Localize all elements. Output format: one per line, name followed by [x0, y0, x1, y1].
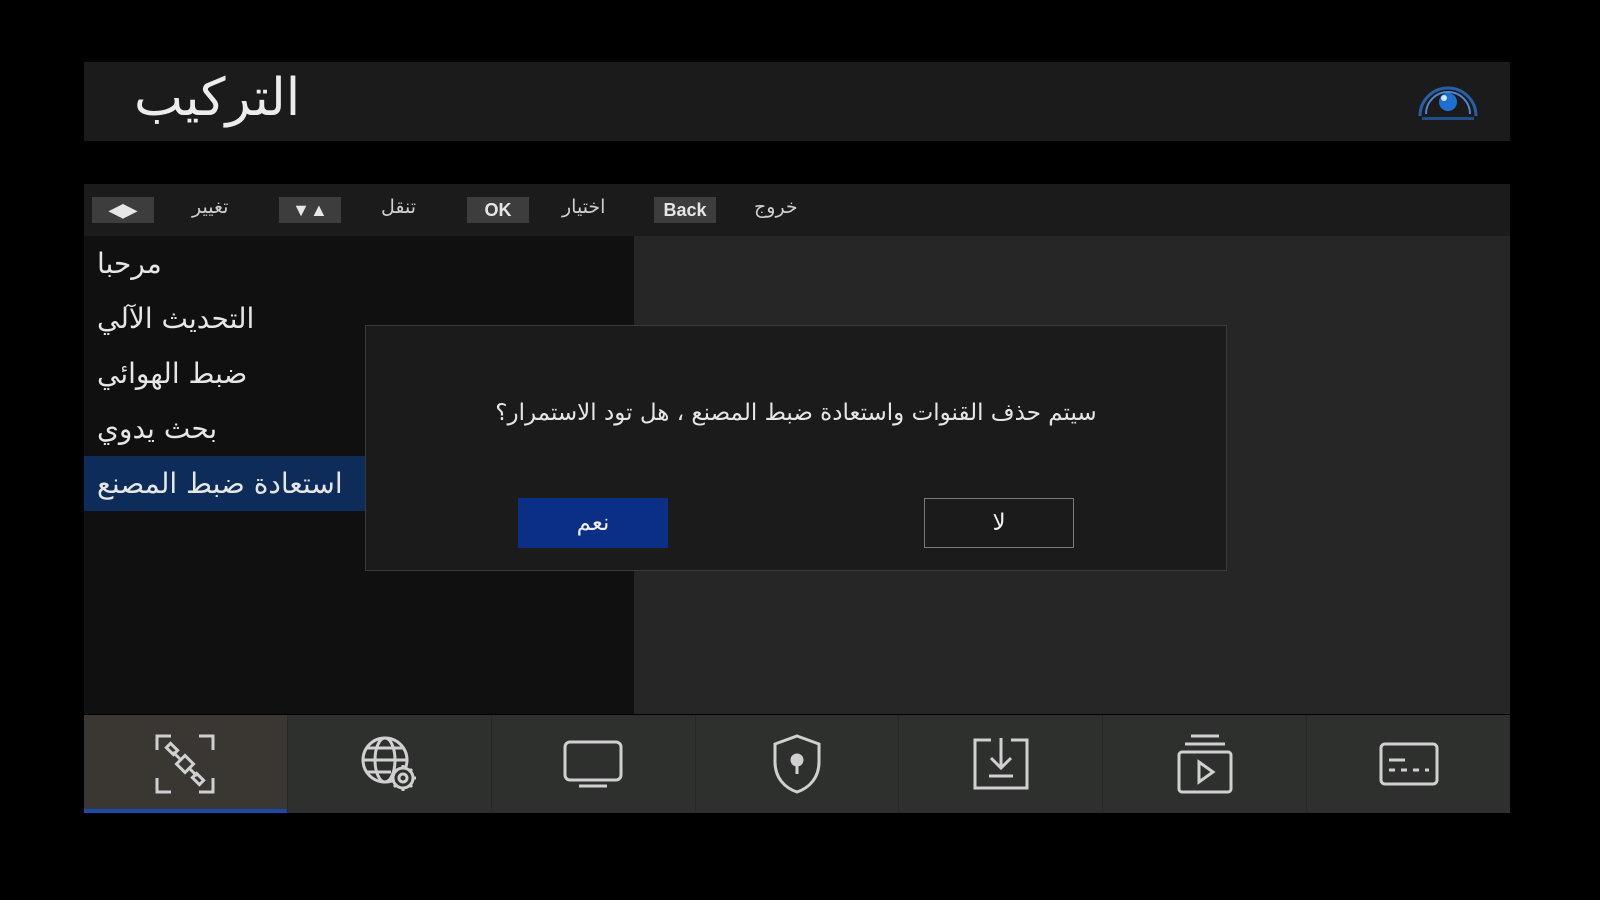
screen: التركيب ◀▶ تغيير ▼▲ تنقل OK اختيار Back … — [0, 0, 1600, 900]
exit-label: خروج — [754, 196, 798, 218]
tab-subtitles[interactable] — [1307, 715, 1510, 813]
back-key-badge: Back — [654, 197, 716, 223]
menu-item-label: بحث يدوي — [97, 412, 218, 445]
download-icon — [973, 738, 1029, 790]
tab-installation[interactable] — [84, 715, 288, 813]
globe-settings-icon — [361, 736, 417, 791]
help-bar: ◀▶ تغيير ▼▲ تنقل OK اختيار Back خروج — [84, 184, 1510, 236]
shield-lock-icon — [773, 734, 821, 794]
satellite-icon — [155, 734, 215, 794]
menu-item-label: مرحبا — [97, 247, 162, 280]
menu-item-label: استعادة ضبط المصنع — [97, 467, 343, 500]
tab-media[interactable] — [1103, 715, 1308, 813]
page-title: التركيب — [134, 68, 301, 128]
change-label: تغيير — [192, 196, 229, 218]
menu-item-label: التحديث الآلي — [97, 302, 255, 335]
tab-software-update[interactable] — [899, 715, 1104, 813]
up-down-key-badge: ▼▲ — [279, 197, 341, 223]
header-bar: التركيب — [84, 62, 1510, 141]
dialog-message: سيتم حذف القنوات واستعادة ضبط المصنع ، ه… — [495, 400, 1097, 426]
menu-item-label: ضبط الهوائي — [97, 357, 248, 390]
left-right-key-badge: ◀▶ — [92, 197, 154, 223]
tab-display[interactable] — [492, 715, 696, 813]
media-library-icon — [1177, 734, 1233, 794]
yes-button[interactable]: نعم — [518, 498, 668, 548]
ok-key-badge: OK — [467, 197, 529, 223]
bottom-nav — [84, 715, 1510, 813]
no-button[interactable]: لا — [924, 498, 1074, 548]
satellite-dish-logo — [1418, 86, 1478, 120]
subtitles-icon — [1379, 742, 1439, 786]
tab-network[interactable] — [288, 715, 492, 813]
navigate-label: تنقل — [381, 196, 417, 218]
confirm-dialog: سيتم حذف القنوات واستعادة ضبط المصنع ، ه… — [365, 325, 1227, 571]
select-label: اختيار — [562, 196, 606, 218]
tab-security[interactable] — [696, 715, 900, 813]
monitor-icon — [563, 740, 623, 788]
menu-item-welcome[interactable]: مرحبا — [84, 236, 634, 291]
